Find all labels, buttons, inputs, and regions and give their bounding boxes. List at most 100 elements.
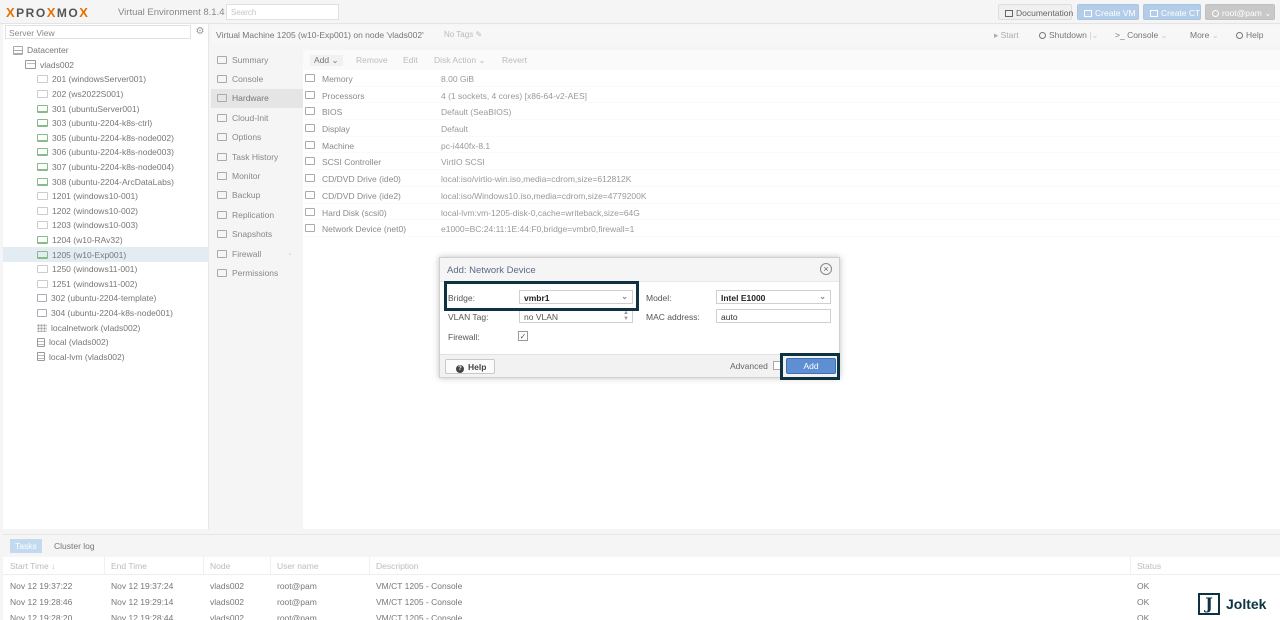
close-icon[interactable]: × — [820, 263, 832, 275]
tree-node[interactable]: 1203 (windows10-003) — [3, 218, 209, 233]
hardware-row[interactable]: Display Default — [303, 120, 1280, 137]
tree-node[interactable]: 302 (ubuntu-2204-template) — [3, 291, 209, 306]
tree-node[interactable]: 1201 (windows10-001) — [3, 189, 209, 204]
proxmox-logo[interactable]: XPROXMOX — [6, 5, 89, 20]
model-select[interactable]: Intel E1000 ⌄ — [716, 290, 831, 304]
column-end-time[interactable]: End Time — [111, 561, 147, 571]
subnav-item-label: Hardware — [232, 93, 269, 104]
hardware-row[interactable]: Processors 4 (1 sockets, 4 cores) [x86-64… — [303, 87, 1280, 104]
tree-node[interactable]: vlads002 — [3, 58, 209, 73]
help-button[interactable]: Help — [1236, 30, 1263, 40]
task-cell: VM/CT 1205 - Console — [376, 581, 463, 591]
column-separator — [104, 557, 105, 575]
hardware-row[interactable]: Machine pc-i440fx-8.1 — [303, 137, 1280, 154]
content-header: Virtual Machine 1205 (w10-Exp001) on nod… — [211, 25, 1280, 45]
tree-node[interactable]: 308 (ubuntu-2204-ArcDataLabs) — [3, 174, 209, 189]
tree-node[interactable]: 1205 (w10-Exp001) — [3, 247, 209, 262]
spinner-icon[interactable]: ▲ ▼ — [623, 310, 629, 322]
task-row[interactable]: Nov 12 19:37:22 Nov 12 19:37:24 vlads002 ro… — [3, 579, 1280, 594]
create-vm-button[interactable]: Create VM — [1077, 4, 1139, 20]
tree-node[interactable]: 1251 (windows11-002) — [3, 277, 209, 292]
gear-icon[interactable]: ⚙ — [193, 25, 207, 39]
hardware-row[interactable]: Network Device (net0) e1000=BC:24:11:1E:4… — [303, 220, 1280, 237]
hardware-value: Default — [441, 124, 468, 135]
tags-edit[interactable]: No Tags ✎ — [444, 30, 482, 39]
mac-address-input[interactable]: auto — [716, 309, 831, 323]
search-input[interactable]: Search — [226, 4, 339, 20]
column-description[interactable]: Description — [376, 561, 419, 571]
start-button[interactable]: ▸ Start — [994, 30, 1019, 41]
tree-node[interactable]: local (vlads002) — [3, 335, 209, 350]
column-node[interactable]: Node — [210, 561, 230, 571]
tree-node-label: 1250 (windows11-001) — [52, 264, 138, 275]
task-row[interactable]: Nov 12 19:28:20 Nov 12 19:28:44 vlads002 ro… — [3, 611, 1280, 620]
list-icon — [217, 152, 227, 161]
tree-node[interactable]: 303 (ubuntu-2204-k8s-ctrl) — [3, 116, 209, 131]
subnav-item[interactable]: Permissions — [211, 263, 303, 282]
task-cell: Nov 12 19:28:20 — [10, 613, 73, 620]
tree-node[interactable]: 1202 (windows10-002) — [3, 204, 209, 219]
console-button[interactable]: >_ Console ⌄ — [1115, 30, 1168, 41]
template-icon — [37, 308, 47, 317]
tree-node[interactable]: local-lvm (vlads002) — [3, 349, 209, 364]
history-icon — [217, 230, 227, 239]
task-row[interactable]: Nov 12 19:28:46 Nov 12 19:29:14 vlads002 ro… — [3, 595, 1280, 610]
subnav-item[interactable]: Hardware — [211, 88, 303, 109]
server-view-select[interactable]: Server View — [5, 25, 191, 39]
tree-node[interactable]: 304 (ubuntu-2204-k8s-node001) — [3, 306, 209, 321]
vm-running-icon — [37, 236, 48, 245]
more-button[interactable]: More ⌄ — [1190, 30, 1219, 41]
tree-node[interactable]: 1250 (windows11-001) — [3, 262, 209, 277]
chevron-down-icon[interactable]: ⌄ — [287, 249, 293, 257]
tree-node[interactable]: localnetwork (vlads002) — [3, 320, 209, 335]
remove-button[interactable]: Remove — [356, 55, 388, 65]
column-status[interactable]: Status — [1137, 561, 1161, 571]
tree-node[interactable]: Datacenter — [3, 43, 209, 58]
hardware-row[interactable]: SCSI Controller VirtIO SCSI — [303, 153, 1280, 171]
cloud-icon — [217, 113, 227, 122]
column-start-time[interactable]: Start Time ↓ — [10, 561, 55, 571]
task-cell: Nov 12 19:28:44 — [111, 613, 174, 620]
tree-node[interactable]: 202 (ws2022S001) — [3, 87, 209, 102]
hardware-row[interactable]: Hard Disk (scsi0) local-lvm:vm-1205-disk-… — [303, 204, 1280, 221]
column-user-name[interactable]: User name — [277, 561, 319, 571]
tab-tasks[interactable]: Tasks — [10, 539, 42, 553]
firewall-checkbox[interactable]: ✓ — [518, 331, 528, 341]
edit-button[interactable]: Edit — [403, 55, 418, 65]
user-menu-button[interactable]: root@pam ⌄ — [1205, 4, 1275, 20]
tasks-panel: Tasks Cluster log Start Time ↓ End Time … — [3, 534, 1280, 620]
hardware-row[interactable]: BIOS Default (SeaBIOS) — [303, 103, 1280, 121]
network-icon — [37, 323, 47, 332]
hardware-row[interactable]: CD/DVD Drive (ide0) local:iso/virtio-win.… — [303, 170, 1280, 187]
subnav-item[interactable]: Monitor — [211, 166, 303, 185]
subnav-item[interactable]: Console — [211, 69, 303, 88]
subnav-item[interactable]: Snapshots — [211, 225, 303, 244]
tree-node[interactable]: 201 (windowsServer001) — [3, 72, 209, 87]
tree-node[interactable]: 301 (ubuntuServer001) — [3, 101, 209, 116]
shutdown-button[interactable]: Shutdown |⌄ — [1039, 30, 1099, 41]
subnav-item[interactable]: Replication — [211, 205, 303, 224]
add-hardware-button[interactable]: Add ⌄ — [310, 55, 343, 66]
subnav-item[interactable]: Summary — [211, 50, 303, 69]
tree-node[interactable]: 307 (ubuntu-2204-k8s-node004) — [3, 160, 209, 175]
hardware-row[interactable]: Memory 8.00 GiB — [303, 70, 1280, 87]
hardware-value: 4 (1 sockets, 4 cores) [x86-64-v2-AES] — [441, 90, 587, 101]
play-icon: ▸ — [994, 30, 1001, 40]
create-ct-button[interactable]: Create CT — [1143, 4, 1201, 20]
vlan-tag-input[interactable]: no VLAN ▲ ▼ — [519, 309, 633, 323]
subnav-item[interactable]: Task History — [211, 147, 303, 166]
hardware-row[interactable]: CD/DVD Drive (ide2) local:iso/Windows10.i… — [303, 187, 1280, 204]
subnav-item[interactable]: Cloud-Init — [211, 108, 303, 127]
resource-tree: Datacenter vlads002 201 (windowsServer001)… — [3, 43, 209, 364]
dialog-help-button[interactable]: ? Help — [445, 359, 495, 374]
documentation-button[interactable]: Documentation — [998, 4, 1073, 20]
subnav-item[interactable]: Options — [211, 128, 303, 147]
subnav-item[interactable]: Firewall ⌄ — [211, 244, 303, 263]
tab-cluster-log[interactable]: Cluster log — [49, 539, 100, 553]
disk-action-button[interactable]: Disk Action ⌄ — [434, 55, 486, 66]
subnav-item[interactable]: Backup — [211, 186, 303, 205]
tree-node[interactable]: 1204 (w10-RAv32) — [3, 233, 209, 248]
tree-node[interactable]: 306 (ubuntu-2204-k8s-node003) — [3, 145, 209, 160]
tree-node[interactable]: 305 (ubuntu-2204-k8s-node002) — [3, 131, 209, 146]
revert-button[interactable]: Revert — [502, 55, 527, 65]
